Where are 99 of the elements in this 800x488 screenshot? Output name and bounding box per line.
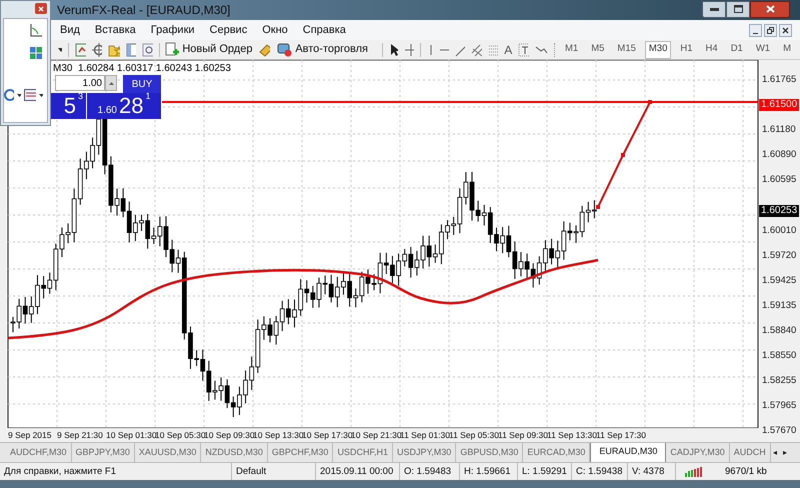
robot-stop-icon [276,42,292,57]
tiles-icon[interactable] [29,46,43,60]
close-price: C: 1.59438 [576,466,622,477]
maximize-button[interactable] [726,0,750,18]
menu-item[interactable]: Графики [150,22,195,38]
price-label: 1.57670 [762,424,796,438]
time-label: 10 Sep 21:30 [351,429,400,442]
connection-bars-icon [684,466,702,476]
sell-price-button[interactable]: 5$^{3}$ [51,93,87,119]
menu-item[interactable]: Вид [60,22,80,38]
low-price: L: 1.59291 [522,466,567,477]
volume-value: V: 4378 [632,466,664,477]
tab-scroll-button[interactable]: ▸ [782,446,787,458]
close-icon [766,5,774,13]
document-plus-icon [165,42,180,57]
period-button[interactable]: H1 [676,40,697,58]
time-label: 10 Sep 05:30 [155,429,204,442]
high-price: H: 1.59661 [464,466,510,477]
text-label-icon[interactable] [518,42,529,56]
price-label: 1.59720 [762,248,796,263]
price-label: 1.61180 [762,123,796,138]
crosshair-icon[interactable] [92,42,102,56]
text-tool[interactable]: A [504,40,512,58]
price-level-label: 1.61500 [759,99,800,111]
time-label: 11 Sep 05:30 [449,429,498,442]
profile-name: Default [236,466,266,477]
chart-axes-icon[interactable] [29,23,43,37]
crosshair-icon[interactable] [404,42,414,56]
channel-icon[interactable] [471,42,482,56]
price-label: 1.59425 [762,274,796,288]
template-icon[interactable] [24,89,36,101]
buy-button[interactable]: BUY [123,75,161,93]
period-button[interactable]: M5 [587,40,608,58]
time-label: 9 Sep 2015 [8,429,52,442]
close-button[interactable] [779,24,792,36]
price-label: 1.60890 [762,148,796,162]
period-button[interactable]: D1 [726,40,747,58]
time-label: 10 Sep 01:30 [106,429,155,442]
cursor-icon[interactable] [388,42,398,56]
period-button[interactable]: W1 [752,40,774,58]
time-label: 11 Sep 13:30 [547,429,596,442]
ingot-icon[interactable] [258,42,270,56]
tab-scroll-button[interactable]: ◂ [772,446,777,458]
time-label: 9 Sep 21:30 [57,429,104,442]
menu-item[interactable]: Окно [262,22,288,38]
traffic-text: 9670/1 kb [725,466,767,477]
price-label: 1.60010 [762,224,796,238]
menu-item[interactable]: Сервис [210,22,248,38]
time-label: 10 Sep 09:30 [204,429,253,442]
time-label: 11 Sep 09:30 [498,429,547,442]
close-icon [782,26,789,34]
price-label: 1.60595 [762,173,796,188]
time-label: 10 Sep 13:30 [253,429,302,442]
minimize-icon [710,8,718,10]
period-button[interactable]: M15 [613,40,640,58]
chart-header: M30 1.60284 1.60317 1.60243 1.60253 [53,62,231,76]
restore-icon [767,26,774,34]
caret-icon[interactable] [38,94,44,96]
period-button[interactable]: M1 [561,40,582,58]
bid-price-label: 1.60253 [759,205,800,217]
chart-tab[interactable]: EURAUD,M30 [590,443,666,462]
lot-field[interactable]: 1.00 [55,75,105,91]
maximize-icon [734,5,742,13]
bar-date: 2015.09.11 00:00 [320,466,394,477]
lot-up-button[interactable] [105,75,117,91]
period-button[interactable]: M [779,40,796,58]
time-label: 10 Sep 17:30 [302,429,351,442]
autotrading-button[interactable]: Авто-торговля [276,41,368,58]
close-button[interactable] [750,0,790,18]
time-label: 11 Sep 17:30 [596,429,645,442]
price-label: 1.58255 [762,374,796,388]
minimize-button[interactable] [749,24,762,36]
close-icon [38,6,44,12]
caret-up-icon [108,82,114,84]
chart-plus-icon[interactable] [75,42,86,56]
price-label: 1.58840 [762,324,796,338]
help-text: Для справки, нажмите F1 [4,466,116,477]
price-label: 1.58550 [762,349,796,364]
caret-icon[interactable] [17,94,22,96]
restore-button[interactable] [764,24,777,36]
window-icon[interactable] [126,42,136,56]
minimize-icon [753,32,758,34]
minimize-button[interactable] [702,0,726,18]
shapes-dropdown-icon[interactable] [534,44,548,56]
menu-item[interactable]: Справка [302,22,346,38]
window-title: VerumFX-Real - [EURAUD,M30] [57,2,230,19]
caret-icon[interactable] [58,48,62,52]
period-button[interactable]: M30 [644,40,672,58]
menu-item[interactable]: Вставка [94,22,136,38]
folder-star-icon[interactable] [108,42,120,56]
open-price: O: 1.59483 [404,466,452,477]
close-button[interactable] [35,3,47,14]
period-button[interactable]: H4 [702,40,722,58]
new-order-button[interactable]: Новый Ордер [165,41,252,58]
price-label: 1.59135 [762,298,796,313]
buy-price-button[interactable]: 1.60 28$^{1}$ [87,93,161,119]
time-label: 11 Sep 01:30 [400,429,449,442]
price-label: 1.61765 [762,73,796,87]
price-label: 1.57965 [762,399,796,414]
